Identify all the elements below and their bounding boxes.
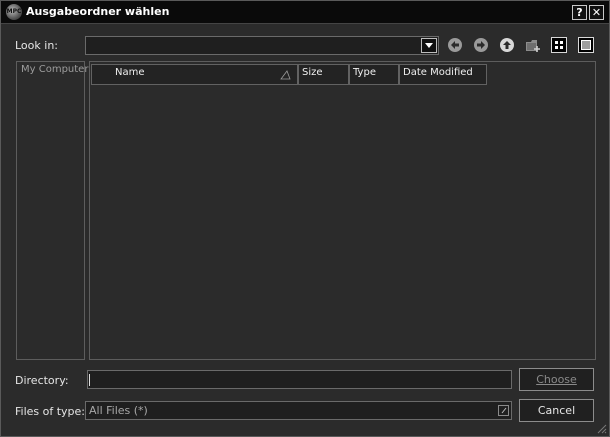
choose-button-label: Choose bbox=[536, 373, 577, 386]
column-header-name-label: Name bbox=[115, 67, 145, 78]
column-header-type[interactable]: Type bbox=[349, 64, 399, 85]
cancel-button[interactable]: Cancel bbox=[519, 399, 594, 422]
files-of-type-combobox[interactable]: All Files (*) bbox=[85, 401, 512, 420]
forward-button[interactable] bbox=[473, 37, 489, 53]
detail-view-icon bbox=[578, 37, 594, 53]
list-view-button[interactable] bbox=[551, 37, 567, 53]
list-view-icon bbox=[551, 37, 567, 53]
help-button[interactable]: ? bbox=[572, 5, 587, 20]
chevron-down-icon[interactable] bbox=[498, 405, 509, 416]
look-in-combobox[interactable] bbox=[85, 36, 439, 55]
files-of-type-label: Files of type: bbox=[15, 405, 86, 418]
app-logo-icon: MPC bbox=[6, 4, 22, 20]
directory-label: Directory: bbox=[15, 374, 69, 387]
new-folder-button[interactable] bbox=[525, 37, 541, 53]
back-button[interactable] bbox=[447, 37, 463, 53]
column-header-date-modified[interactable]: Date Modified bbox=[399, 64, 487, 85]
chevron-down-icon[interactable] bbox=[421, 38, 437, 53]
new-folder-icon bbox=[526, 40, 540, 52]
detail-view-button[interactable] bbox=[578, 37, 594, 53]
files-of-type-value: All Files (*) bbox=[89, 404, 148, 417]
window-title: Ausgabeordner wählen bbox=[26, 5, 170, 18]
sort-indicator-icon bbox=[280, 70, 291, 80]
choose-button[interactable]: Choose bbox=[519, 368, 594, 391]
sidebar-item-my-computer[interactable]: My Computer bbox=[21, 64, 88, 75]
parent-directory-icon bbox=[500, 38, 514, 52]
places-sidebar: My Computer bbox=[16, 61, 88, 360]
resize-grip-icon[interactable] bbox=[595, 422, 607, 434]
text-caret bbox=[89, 374, 90, 386]
column-header-name[interactable]: Name bbox=[91, 64, 298, 85]
directory-input[interactable] bbox=[87, 370, 512, 389]
title-bar[interactable]: MPC Ausgabeordner wählen ? ✕ bbox=[1, 1, 609, 24]
back-icon bbox=[448, 38, 462, 52]
close-button[interactable]: ✕ bbox=[589, 5, 604, 20]
file-dialog-window: MPC Ausgabeordner wählen ? ✕ Look in: My… bbox=[0, 0, 610, 437]
look-in-label: Look in: bbox=[15, 39, 58, 52]
forward-icon bbox=[474, 38, 488, 52]
column-header-size[interactable]: Size bbox=[298, 64, 349, 85]
parent-directory-button[interactable] bbox=[499, 37, 515, 53]
file-list[interactable]: Name Size Type Date Modified bbox=[89, 61, 596, 360]
